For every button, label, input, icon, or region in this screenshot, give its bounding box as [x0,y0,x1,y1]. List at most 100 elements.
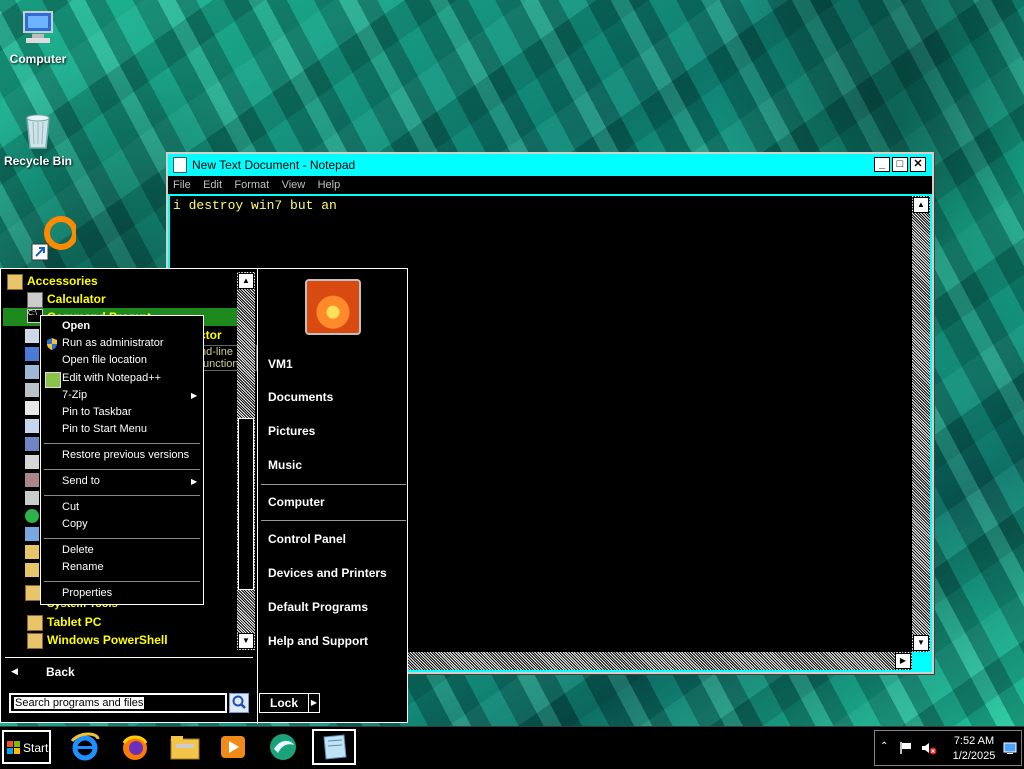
right-item-help-support[interactable]: Help and Support [268,634,368,648]
ctx-restore-previous-versions[interactable]: Restore previous versions [62,449,189,461]
back-button[interactable]: Back [46,665,75,679]
ctx-open[interactable]: Open [62,320,90,332]
program-tablet-pc[interactable]: Tablet PC [47,615,101,629]
right-item-default-programs[interactable]: Default Programs [268,600,368,614]
submenu-arrow-icon: ▶ [191,477,198,486]
scroll-down-icon[interactable]: ▼ [913,635,929,651]
program-icon [25,401,39,415]
program-icon [25,455,39,469]
program-icon [25,473,39,487]
program-windows-powershell[interactable]: Windows PowerShell [47,633,168,647]
scroll-right-icon[interactable]: ▶ [895,653,911,669]
internet-explorer-icon[interactable] [68,731,102,763]
show-desktop-icon[interactable] [1003,741,1017,755]
scrollbar-thumb[interactable] [238,418,254,590]
program-icon [25,329,39,343]
programs-scrollbar[interactable]: ▲ ▼ [237,272,255,650]
ctx-pin-start-menu[interactable]: Pin to Start Menu [62,423,147,435]
window-title: New Text Document - Notepad [192,158,356,172]
desktop-icon-shortcut[interactable] [6,212,82,261]
ctx-open-file-location[interactable]: Open file location [62,354,147,366]
system-tray: ⌃ 7:52 AM 1/2/2025 [874,730,1022,766]
folder-icon [27,633,43,649]
divider [44,538,200,539]
program-icon [25,509,39,523]
notepad-icon [173,157,187,173]
folder-icon [25,563,39,577]
folder-icon [7,274,23,290]
ctx-edit-notepadpp[interactable]: Edit with Notepad++ [62,372,161,384]
program-calculator[interactable]: Calculator [47,292,106,306]
user-picture-avatar[interactable] [305,279,361,335]
desktop-icon-label: Computer [9,52,67,66]
computer-icon [18,8,58,48]
volume-muted-icon[interactable] [921,741,937,755]
menu-format[interactable]: Format [229,176,273,191]
right-item-devices-printers[interactable]: Devices and Printers [268,566,387,580]
menu-file[interactable]: File [168,176,195,191]
ctx-properties[interactable]: Properties [62,587,112,599]
program-accessories[interactable]: Accessories [27,274,98,288]
clock-date[interactable]: 1/2/2025 [949,750,999,762]
divider [44,469,200,470]
recycle-bin-icon [18,110,58,150]
program-icon [25,491,39,505]
firefox-icon[interactable] [118,731,152,763]
search-icon[interactable] [229,693,249,713]
show-hidden-icons-chevron-icon[interactable]: ⌃ [880,741,888,752]
ctx-7zip[interactable]: 7-Zip [62,389,87,401]
ctx-rename[interactable]: Rename [62,561,104,573]
lock-options-arrow-icon[interactable]: ▶ [308,693,320,713]
ctx-delete[interactable]: Delete [62,544,94,556]
folder-icon [27,615,43,631]
lock-button[interactable]: Lock [259,693,309,713]
program-icon [25,347,39,361]
menu-help[interactable]: Help [313,176,345,191]
windows-logo-icon [7,741,21,757]
flag-action-center-icon[interactable] [899,741,913,755]
scroll-up-icon[interactable]: ▲ [913,197,929,213]
notepad-icon[interactable] [312,729,356,765]
divider [44,443,200,444]
calculator-icon [27,292,43,308]
scroll-down-icon[interactable]: ▼ [238,633,254,649]
search-input[interactable]: Search programs and files [9,693,227,713]
right-item-music[interactable]: Music [268,458,302,472]
menu-view[interactable]: View [277,176,310,191]
right-item-computer[interactable]: Computer [268,495,325,509]
ctx-send-to[interactable]: Send to [62,475,100,487]
desktop-icon-recycle-bin[interactable]: Recycle Bin [0,110,76,168]
clock-time[interactable]: 7:52 AM [949,735,999,747]
ctx-run-as-admin[interactable]: Run as administrator [62,337,164,349]
divider [44,495,200,496]
media-player-icon[interactable] [216,731,250,763]
right-item-user[interactable]: VM1 [268,357,293,371]
desktop-icon-computer[interactable]: Computer [0,8,76,66]
program-icon [25,527,39,541]
vertical-scrollbar[interactable]: ▲ ▼ [912,196,930,652]
folder-icon [25,545,39,559]
app-icon[interactable] [266,731,300,763]
divider [44,581,200,582]
menu-bar: File Edit Format View Help [168,176,932,194]
file-explorer-icon[interactable] [168,731,202,763]
close-button[interactable]: ✕ [910,157,926,172]
search-placeholder: Search programs and files [14,697,145,709]
folder-icon [25,585,41,601]
right-item-control-panel[interactable]: Control Panel [268,532,346,546]
start-button[interactable]: Start [2,730,51,764]
right-item-pictures[interactable]: Pictures [268,424,315,438]
notepad-title-bar[interactable]: New Text Document - Notepad _ □ ✕ [168,154,932,174]
ctx-copy[interactable]: Copy [62,518,88,530]
menu-edit[interactable]: Edit [198,176,226,191]
ctx-cut[interactable]: Cut [62,501,79,513]
scroll-up-icon[interactable]: ▲ [238,273,254,289]
notepad-plus-plus-icon [45,372,61,388]
ring-shortcut-icon [24,212,78,261]
maximize-button[interactable]: □ [892,157,908,172]
right-item-documents[interactable]: Documents [268,390,333,404]
ctx-pin-taskbar[interactable]: Pin to Taskbar [62,406,132,418]
program-icon [25,437,39,451]
divider [5,657,253,658]
minimize-button[interactable]: _ [874,157,890,172]
